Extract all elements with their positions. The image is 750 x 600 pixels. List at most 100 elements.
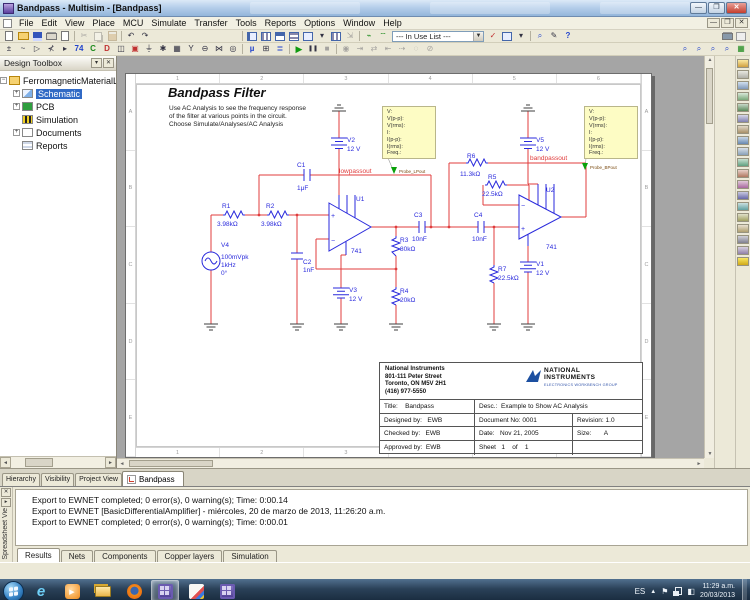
spreadsheet-view-button[interactable] bbox=[259, 30, 273, 42]
tree-item-reports[interactable]: Reports bbox=[0, 139, 116, 152]
word-generator-icon[interactable] bbox=[737, 136, 749, 145]
logic-analyzer-icon[interactable] bbox=[737, 158, 749, 167]
resistor-r7[interactable] bbox=[490, 265, 498, 283]
copy-button[interactable] bbox=[91, 30, 105, 42]
tab-hierarchy[interactable]: Hierarchy bbox=[2, 473, 40, 486]
collapse-icon[interactable]: − bbox=[0, 77, 7, 84]
wattmeter-icon[interactable] bbox=[737, 81, 749, 90]
in-use-list-arrow-icon[interactable]: ▼ bbox=[473, 32, 483, 41]
capacitor-c2[interactable] bbox=[291, 253, 303, 259]
component-wizard-button[interactable] bbox=[287, 30, 301, 42]
language-indicator[interactable]: ES bbox=[635, 587, 646, 596]
panel-menu-button[interactable]: ▾ bbox=[91, 58, 102, 68]
capacitor-c4[interactable] bbox=[478, 221, 484, 233]
place-hierarchical-block-button[interactable]: ⊞ bbox=[259, 43, 273, 55]
iv-analyzer-icon[interactable] bbox=[737, 169, 749, 178]
tree-item-root[interactable]: − FerromagneticMaterialL bbox=[0, 74, 116, 87]
document-icon[interactable] bbox=[3, 19, 12, 28]
battery-v5[interactable] bbox=[520, 138, 536, 149]
mdi-minimize-button[interactable]: — bbox=[707, 18, 720, 28]
place-mcu-button[interactable]: µ bbox=[245, 43, 259, 55]
save-button[interactable] bbox=[30, 30, 44, 42]
restore-button[interactable]: ❐ bbox=[708, 2, 725, 14]
menu-mcu[interactable]: MCU bbox=[119, 18, 148, 28]
tab-visibility[interactable]: Visibility bbox=[41, 473, 74, 486]
ac-source-v4[interactable] bbox=[202, 252, 220, 270]
vscroll-thumb[interactable] bbox=[706, 68, 713, 124]
capacitor-c1[interactable] bbox=[304, 169, 310, 181]
help-button[interactable]: ? bbox=[561, 30, 575, 42]
fullscreen-button[interactable]: ▦ bbox=[734, 43, 748, 55]
capture-area-dropdown[interactable]: ▾ bbox=[514, 30, 528, 42]
place-connector-button[interactable]: ◎ bbox=[226, 43, 240, 55]
place-misc-digital-button[interactable]: D bbox=[100, 43, 114, 55]
scroll-thumb[interactable] bbox=[25, 458, 53, 467]
results-message-area[interactable]: Export to EWNET completed; 0 error(s), 0… bbox=[15, 489, 748, 546]
four-channel-oscilloscope-icon[interactable] bbox=[737, 103, 749, 112]
resistor-r5[interactable] bbox=[485, 181, 507, 188]
volume-tray-icon[interactable]: ◧ bbox=[687, 588, 695, 596]
place-ni-component-button[interactable]: ⋈ bbox=[212, 43, 226, 55]
document-tab-bandpass[interactable]: Bandpass bbox=[122, 471, 184, 486]
battery-v1[interactable] bbox=[520, 262, 536, 272]
logic-converter-icon[interactable] bbox=[737, 147, 749, 156]
tab-components[interactable]: Components bbox=[94, 550, 155, 562]
zoom-in-button[interactable]: ⌕ bbox=[678, 43, 692, 55]
run-to-cursor-button[interactable]: ⇢ bbox=[395, 43, 409, 55]
place-cmos-button[interactable]: C bbox=[86, 43, 100, 55]
print-button[interactable] bbox=[44, 30, 58, 42]
step-into-button[interactable]: ⇥ bbox=[353, 43, 367, 55]
postprocessor-button[interactable]: ⇲ bbox=[343, 30, 357, 42]
tree-item-documents[interactable]: + Documents bbox=[0, 126, 116, 139]
toggle-grid-button[interactable] bbox=[245, 30, 259, 42]
network-analyzer-icon[interactable] bbox=[737, 202, 749, 211]
multisim-secondary-taskbar-icon[interactable] bbox=[213, 580, 241, 600]
paste-button[interactable] bbox=[105, 30, 119, 42]
scroll-left-icon[interactable]: ◄ bbox=[117, 461, 127, 467]
place-wire-button[interactable]: ⌁ bbox=[362, 30, 376, 42]
agilent-function-generator-icon[interactable] bbox=[737, 213, 749, 222]
panel-close-button[interactable]: ✕ bbox=[103, 58, 114, 68]
media-player-taskbar-icon[interactable]: ▶ bbox=[58, 580, 86, 600]
minimize-button[interactable]: — bbox=[690, 2, 707, 14]
tree-item-simulation[interactable]: Simulation bbox=[0, 113, 116, 126]
bode-plotter-icon[interactable] bbox=[737, 114, 749, 123]
agilent-multimeter-icon[interactable] bbox=[737, 224, 749, 233]
multisim-taskbar-icon[interactable] bbox=[151, 580, 179, 600]
multimeter-icon[interactable] bbox=[737, 59, 749, 68]
capture-area-button[interactable] bbox=[500, 30, 514, 42]
distortion-analyzer-icon[interactable] bbox=[737, 180, 749, 189]
redo-button[interactable]: ↷ bbox=[138, 30, 152, 42]
scroll-up-icon[interactable]: ▲ bbox=[705, 57, 714, 63]
description-box-button[interactable] bbox=[734, 30, 748, 42]
tab-copper-layers[interactable]: Copper layers bbox=[157, 550, 223, 562]
edit-in-place-button[interactable]: ✎ bbox=[547, 30, 561, 42]
menu-help[interactable]: Help bbox=[379, 18, 406, 28]
scroll-left-icon[interactable]: ◄ bbox=[0, 457, 11, 468]
schematic-workspace[interactable]: ABCDE ABCDE 123456 123456 Bandpass Filte… bbox=[117, 56, 714, 468]
expand-icon[interactable]: + bbox=[13, 103, 20, 110]
breadboard-view-button[interactable] bbox=[329, 30, 343, 42]
place-diode-button[interactable]: ▷ bbox=[30, 43, 44, 55]
firefox-taskbar-icon[interactable] bbox=[120, 580, 148, 600]
place-electromech-button[interactable]: ⊖ bbox=[198, 43, 212, 55]
zoom-area-button[interactable]: ⌕ bbox=[706, 43, 720, 55]
new-button[interactable] bbox=[2, 30, 16, 42]
menu-edit[interactable]: Edit bbox=[38, 18, 62, 28]
resistor-r2[interactable] bbox=[267, 211, 289, 218]
probe-readout-lp[interactable]: V:V(p-p):V(rms):I:I(p-p):I(rms):Freq.: bbox=[382, 106, 436, 159]
menu-view[interactable]: View bbox=[61, 18, 88, 28]
probe-lp-flag[interactable] bbox=[391, 167, 397, 174]
place-misc-button[interactable]: ✱ bbox=[156, 43, 170, 55]
battery-v2[interactable] bbox=[331, 138, 347, 149]
open-button[interactable] bbox=[16, 30, 30, 42]
show-desktop-button[interactable] bbox=[742, 579, 747, 600]
mdi-restore-button[interactable]: ❐ bbox=[721, 18, 734, 28]
start-button[interactable] bbox=[3, 581, 24, 600]
database-manager-button[interactable] bbox=[273, 30, 287, 42]
zoom-out-button[interactable]: ⌕ bbox=[692, 43, 706, 55]
place-bus-button[interactable]: ⌔ bbox=[376, 30, 390, 42]
opamp-u1[interactable]: +− bbox=[329, 203, 371, 251]
function-generator-icon[interactable] bbox=[737, 70, 749, 79]
oscilloscope-icon[interactable] bbox=[737, 92, 749, 101]
